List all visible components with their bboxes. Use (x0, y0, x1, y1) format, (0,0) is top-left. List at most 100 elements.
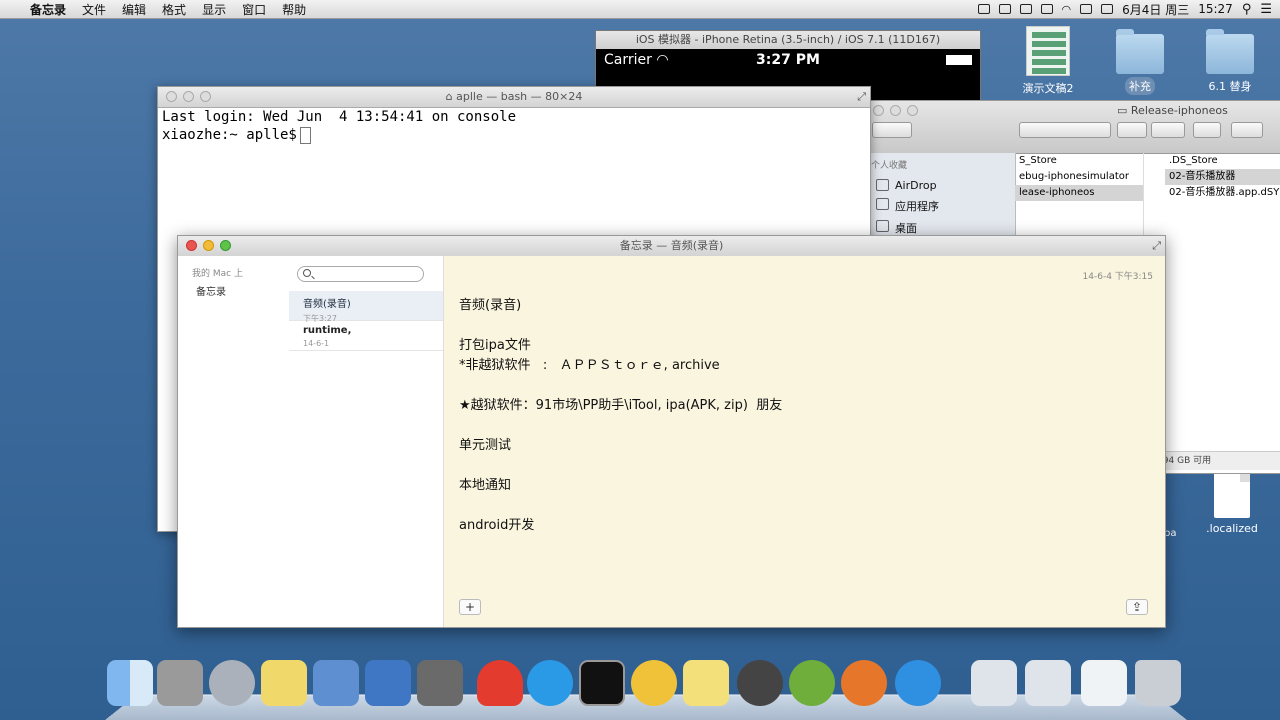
notification-center-icon[interactable]: ☰ (1260, 2, 1272, 17)
system-preferences-icon[interactable] (157, 660, 203, 706)
itunes-icon[interactable] (895, 660, 941, 706)
menu-window[interactable]: 窗口 (234, 1, 274, 18)
share-button[interactable]: ⇪ (1126, 599, 1148, 615)
simulator-title: iOS 模拟器 - iPhone Retina (3.5-inch) / iOS… (596, 31, 980, 49)
notes-window-controls (186, 240, 231, 251)
launchpad-icon[interactable] (209, 660, 255, 706)
screen-status-icon[interactable] (998, 4, 1011, 14)
back-forward-button[interactable] (872, 122, 912, 138)
notes-minimize-button[interactable] (203, 240, 214, 251)
document-icon (1214, 472, 1250, 518)
view-mode-buttons[interactable] (1019, 122, 1111, 138)
fullscreen-icon[interactable]: ⤢ (857, 87, 866, 107)
terminal-output[interactable]: Last login: Wed Jun 4 13:54:41 on consol… (158, 108, 870, 144)
phone-status-icon[interactable] (977, 4, 990, 14)
sync-status-icon[interactable] (1019, 4, 1032, 14)
window-thumb-3-icon[interactable] (1081, 660, 1127, 706)
menu-file[interactable]: 文件 (74, 1, 114, 18)
notes-icon[interactable] (683, 660, 729, 706)
list-item[interactable]: .DS_Store (1165, 153, 1280, 169)
note-title: 音频(录音) (303, 299, 351, 310)
desktop-icon-localized[interactable]: .localized (1192, 472, 1272, 536)
note-body[interactable]: 音频(录音) 打包ipa文件 *非越狱软件 : ＡＰＰＳｔｏｒｅ, archiv… (459, 296, 782, 536)
sidebar-item-airdrop[interactable]: AirDrop (869, 176, 1015, 195)
trash-icon[interactable] (1135, 660, 1181, 706)
menubar-time[interactable]: 15:27 (1198, 2, 1233, 16)
list-item[interactable]: 02-音乐播放器 (1165, 169, 1280, 185)
finder-toolbar: ▭ Release-iphoneos (869, 101, 1280, 154)
finder-window-controls (873, 105, 918, 116)
menu-edit[interactable]: 编辑 (114, 1, 154, 18)
volume-icon[interactable] (1080, 4, 1093, 14)
finder-zoom-button[interactable] (907, 105, 918, 116)
desktop-icon-presentation[interactable]: 演示文稿2 (1008, 26, 1088, 97)
finder-icon[interactable] (107, 660, 153, 706)
note-timestamp: 14-6-4 下午3:15 (1082, 272, 1153, 282)
finder-title: ▭ Release-iphoneos (1117, 104, 1228, 117)
terminal-titlebar: ⌂ aplle — bash — 80×24 ⤢ (158, 87, 870, 108)
terminal-icon[interactable] (579, 660, 625, 706)
list-item[interactable]: 音频(录音) 下午3:27 (289, 291, 443, 323)
list-item[interactable]: ebug-iphonesimulator (1015, 169, 1143, 185)
photo-booth-icon[interactable] (417, 660, 463, 706)
window-thumb-2-icon[interactable] (1025, 660, 1071, 706)
pinwheel-icon[interactable] (631, 660, 677, 706)
menu-format[interactable]: 格式 (154, 1, 194, 18)
spotlight-search-icon[interactable]: ⚲ (1242, 2, 1252, 17)
display-status-icon[interactable] (1040, 4, 1053, 14)
desktop-icon-label: .localized (1206, 522, 1258, 535)
menubar-date[interactable]: 6月4日 周三 (1122, 1, 1189, 18)
list-item[interactable]: runtime, 14-6-1 (289, 321, 443, 351)
wifi-icon[interactable]: ◠ (1062, 3, 1072, 16)
fullscreen-icon[interactable]: ⤢ (1152, 236, 1161, 256)
search-icon (303, 269, 311, 277)
notes-window[interactable]: 备忘录 — 音频(录音) ⤢ 我的 Mac 上 备忘录 音频(录音) 下午3:2… (177, 235, 1166, 628)
terminal-close-button[interactable] (166, 91, 177, 102)
terminal-minimize-button[interactable] (183, 91, 194, 102)
window-thumb-1-icon[interactable] (971, 660, 1017, 706)
note-line (459, 416, 782, 436)
desktop-icon-folder-alias[interactable]: 6.1 替身 (1190, 28, 1270, 95)
pp-assistant-icon[interactable] (477, 660, 523, 706)
firefox-icon[interactable] (841, 660, 887, 706)
ios-time: 3:27 PM (756, 52, 820, 68)
folder-small-icon: ▭ (1117, 104, 1128, 117)
note-date: 14-6-1 (303, 339, 330, 348)
menu-app-name[interactable]: 备忘录 (22, 1, 74, 18)
menu-view[interactable]: 显示 (194, 1, 234, 18)
qq-icon[interactable] (527, 660, 573, 706)
folder-alias-icon (1206, 29, 1254, 74)
notes-close-button[interactable] (186, 240, 197, 251)
instruments-icon[interactable] (737, 660, 783, 706)
list-item[interactable]: S_Store (1015, 153, 1143, 169)
xcode-icon[interactable] (313, 660, 359, 706)
note-line (459, 376, 782, 396)
folder-item-notes[interactable]: 备忘录 (178, 279, 289, 298)
desktop-icon-label: 补充 (1125, 77, 1155, 95)
tag-button[interactable] (1231, 122, 1263, 138)
battery-icon (946, 55, 972, 65)
finder-minimize-button[interactable] (890, 105, 901, 116)
add-note-button[interactable]: + (459, 599, 481, 615)
arrange-button[interactable] (1117, 122, 1147, 138)
finder-close-button[interactable] (873, 105, 884, 116)
search-input[interactable] (297, 266, 424, 282)
list-item[interactable]: lease-iphoneos (1015, 185, 1143, 201)
stickies-icon[interactable] (261, 660, 307, 706)
list-item[interactable]: 02-音乐播放器.app.dSYM (1165, 185, 1280, 201)
terminal-title: aplle — bash — 80×24 (456, 90, 583, 103)
notes-zoom-button[interactable] (220, 240, 231, 251)
notes-list: 音频(录音) 下午3:27 runtime, 14-6-1 (289, 256, 444, 627)
desktop-icon-folder-supplement[interactable]: 补充 (1100, 28, 1180, 95)
sidebar-item-label: 应用程序 (895, 200, 939, 213)
share-button[interactable] (1193, 122, 1221, 138)
leaf-icon[interactable] (789, 660, 835, 706)
action-gear-button[interactable] (1151, 122, 1185, 138)
note-line (459, 316, 782, 336)
menu-help[interactable]: 帮助 (274, 1, 314, 18)
input-method-icon[interactable] (1101, 4, 1114, 14)
sidebar-item-applications[interactable]: 应用程序 (869, 195, 1015, 217)
note-editor[interactable]: 14-6-4 下午3:15 音频(录音) 打包ipa文件 *非越狱软件 : ＡＰ… (444, 256, 1165, 627)
simulator-icon[interactable] (365, 660, 411, 706)
terminal-zoom-button[interactable] (200, 91, 211, 102)
